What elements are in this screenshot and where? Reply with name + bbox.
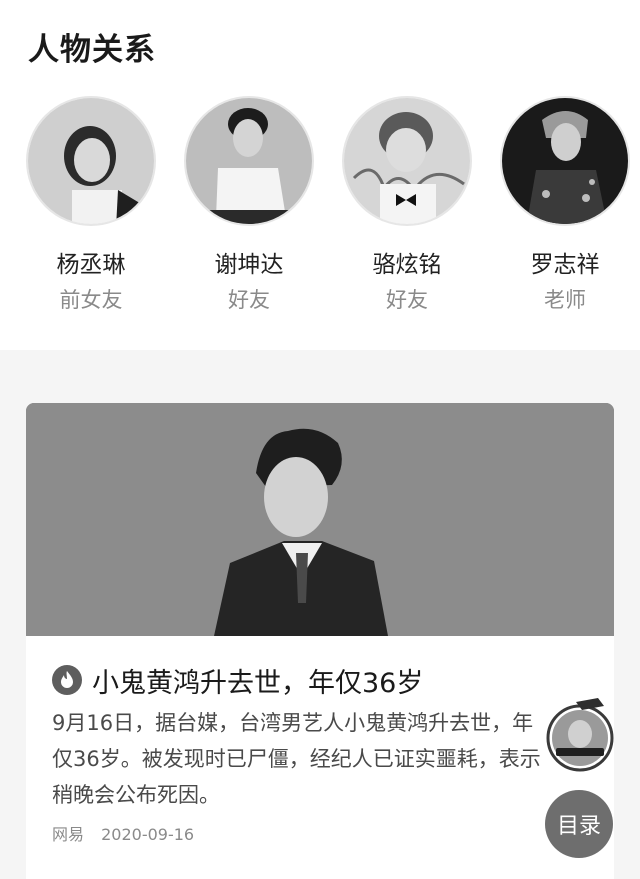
relationship-section: 人物关系 杨丞琳 前女友 谢坤达 好友 骆炫铭 好友 罗志祥 老师 xyxy=(0,0,640,350)
avatar[interactable] xyxy=(342,96,472,226)
news-card[interactable]: 小鬼黄鸿升去世，年仅36岁 9月16日，据台媒，台湾男艺人小鬼黄鸿升去世，年仅3… xyxy=(26,403,614,879)
person-relation: 老师 xyxy=(544,288,586,312)
news-source: 网易 xyxy=(52,825,85,844)
person-name: 杨丞琳 xyxy=(56,252,126,278)
news-title-row[interactable]: 小鬼黄鸿升去世，年仅36岁 xyxy=(52,660,592,700)
person-card-4[interactable]: 罗志祥 老师 xyxy=(500,96,630,314)
news-date: 2020-09-16 xyxy=(101,825,195,844)
avatar[interactable] xyxy=(184,96,314,226)
section-title: 人物关系 xyxy=(28,32,156,68)
fire-icon xyxy=(52,665,82,695)
news-image[interactable] xyxy=(26,403,614,636)
person-relation: 好友 xyxy=(228,288,270,312)
news-meta: 网易 2020-09-16 xyxy=(52,821,194,845)
person-card-1[interactable]: 杨丞琳 前女友 xyxy=(26,96,156,314)
person-name: 罗志祥 xyxy=(530,252,600,278)
news-summary: 9月16日，据台媒，台湾男艺人小鬼黄鸿升去世，年仅36岁。被发现时已尸僵，经纪人… xyxy=(52,711,541,807)
person-relation: 前女友 xyxy=(59,288,123,312)
toc-button[interactable]: 目录 xyxy=(545,790,613,858)
news-title[interactable]: 小鬼黄鸿升去世，年仅36岁 xyxy=(92,661,423,700)
avatar[interactable] xyxy=(26,96,156,226)
person-card-2[interactable]: 谢坤达 好友 xyxy=(184,96,314,314)
person-name: 骆炫铭 xyxy=(372,252,442,278)
person-relation: 好友 xyxy=(386,288,428,312)
person-name: 谢坤达 xyxy=(214,252,284,278)
person-card-3[interactable]: 骆炫铭 好友 xyxy=(342,96,472,314)
avatar[interactable] xyxy=(500,96,630,226)
birthday-badge[interactable] xyxy=(546,696,616,772)
